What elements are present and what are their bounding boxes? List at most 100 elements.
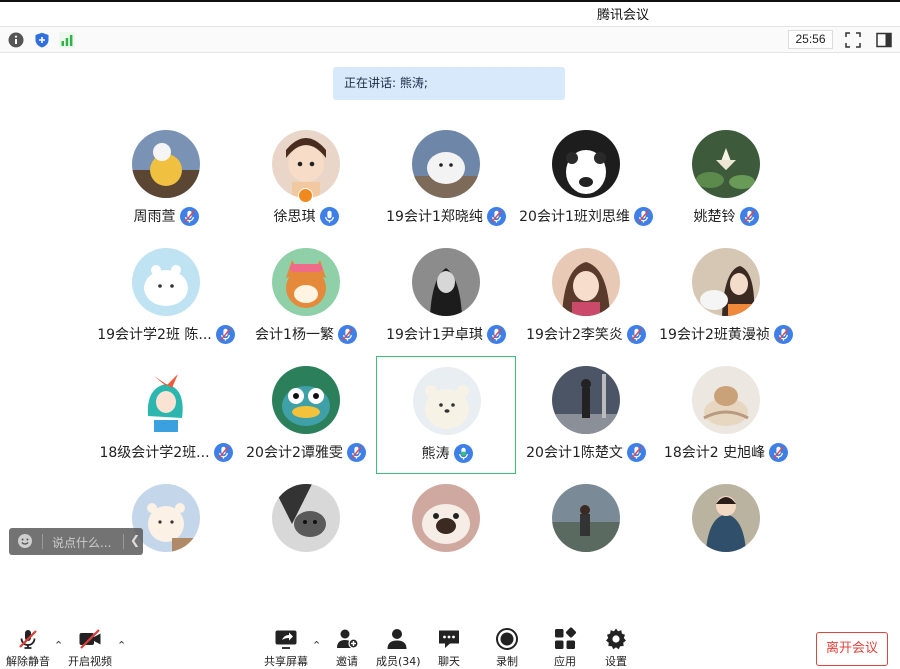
avatar	[272, 248, 340, 316]
apps-button[interactable]: 应用	[552, 627, 578, 669]
participant-name-line: 18级会计学2班...	[96, 442, 236, 462]
participant-name-line: 20会计2谭雅雯	[236, 442, 376, 462]
window-title: 腾讯会议	[597, 8, 650, 23]
start-video-button[interactable]: 开启视频	[67, 627, 113, 669]
participant-name-line: 熊涛	[377, 443, 517, 463]
participant-name: 会计1杨一繁	[255, 327, 334, 343]
audio-options-chevron-icon[interactable]: ⌃	[54, 639, 63, 652]
start-video-label: 开启视频	[68, 655, 112, 668]
participant-name: 姚楚铃	[693, 209, 736, 225]
avatar	[692, 484, 760, 552]
collapse-chevron-icon[interactable]: ❮	[130, 533, 140, 547]
avatar	[412, 484, 480, 552]
participant-name-line: 20会计1班刘思维	[516, 206, 656, 226]
avatar	[132, 248, 200, 316]
participant-tile[interactable]: 徐思琪	[236, 120, 376, 238]
mic-off-icon	[19, 630, 37, 649]
avatar	[272, 484, 340, 552]
members-button[interactable]: 成员(34)	[376, 627, 421, 669]
participant-name: 熊涛	[421, 446, 450, 462]
participant-name-line: 会计1杨一繁	[236, 324, 376, 344]
invite-button[interactable]: 邀请	[332, 627, 362, 669]
participant-tile[interactable]	[656, 474, 796, 592]
participant-name: 19会计2班黄漫祯	[659, 327, 770, 343]
participant-name-line: 19会计1尹卓琪	[376, 324, 516, 344]
settings-button[interactable]: 设置	[603, 627, 629, 669]
participant-name-line: 徐思琪	[236, 206, 376, 226]
participant-name: 18级会计学2班...	[99, 445, 210, 461]
participant-tile[interactable]: 周雨萱	[96, 120, 236, 238]
participant-name: 20会计1班刘思维	[519, 209, 630, 225]
avatar	[692, 248, 760, 316]
participant-name-line: 19会计2李笑炎	[516, 324, 656, 344]
info-icon[interactable]	[8, 32, 24, 48]
mic-muted-icon	[179, 206, 199, 226]
invite-user-icon	[337, 629, 359, 649]
chat-bubble-icon	[439, 630, 459, 648]
participant-tile[interactable]	[236, 474, 376, 592]
participant-tile[interactable]: 19会计1尹卓琪	[376, 238, 516, 356]
participant-name: 周雨萱	[133, 209, 176, 225]
video-off-icon	[79, 629, 101, 649]
participant-name: 19会计学2班 陈...	[97, 327, 212, 343]
participant-name-line: 18会计2 史旭峰	[656, 442, 796, 462]
avatar	[412, 130, 480, 198]
meeting-timer: 25:56	[788, 30, 833, 49]
gear-icon	[606, 628, 626, 650]
unmute-button[interactable]: 解除静音	[6, 627, 50, 669]
video-options-chevron-icon[interactable]: ⌃	[117, 639, 126, 652]
avatar	[552, 248, 620, 316]
divider	[42, 534, 43, 549]
record-icon	[496, 628, 518, 650]
record-button[interactable]: 录制	[494, 627, 520, 669]
apps-grid-icon	[555, 627, 577, 649]
mic-muted-icon	[626, 324, 646, 344]
participant-tile-active-speaker[interactable]: 熊涛	[376, 356, 516, 474]
emoji-icon[interactable]	[17, 533, 33, 549]
participant-tile[interactable]: 姚楚铃	[656, 120, 796, 238]
invite-label: 邀请	[336, 655, 358, 668]
participant-tile[interactable]: 18会计2 史旭峰	[656, 356, 796, 474]
chat-button[interactable]: 聊天	[436, 627, 462, 669]
participant-name-line: 周雨萱	[96, 206, 236, 226]
chat-quick-input[interactable]: 说点什么... ❮	[9, 528, 143, 555]
mic-muted-icon	[739, 206, 759, 226]
fullscreen-icon[interactable]	[845, 32, 861, 48]
participant-name: 19会计1郑晓纯	[386, 209, 483, 225]
participant-name: 20会计2谭雅雯	[246, 445, 343, 461]
mic-icon	[319, 206, 339, 226]
speaking-indicator: 正在讲话: 熊涛;	[333, 67, 565, 100]
participant-tile[interactable]: 19会计2李笑炎	[516, 238, 656, 356]
record-label: 录制	[496, 655, 518, 668]
leave-meeting-button[interactable]: 离开会议	[816, 632, 888, 666]
participant-name-line: 19会计2班黄漫祯	[656, 324, 796, 344]
participant-tile[interactable]: 20会计2谭雅雯	[236, 356, 376, 474]
share-screen-button[interactable]: 共享屏幕	[263, 627, 309, 669]
participant-tile[interactable]: 20会计1班刘思维	[516, 120, 656, 238]
mic-speaking-icon	[453, 443, 473, 463]
participant-tile[interactable]: 19会计1郑晓纯	[376, 120, 516, 238]
members-label: 成员(34)	[376, 655, 421, 668]
side-panel-icon[interactable]	[876, 32, 892, 48]
participant-name: 20会计1陈楚文	[526, 445, 623, 461]
share-screen-icon	[275, 630, 297, 649]
avatar	[272, 366, 340, 434]
avatar	[413, 367, 481, 435]
participant-name-line: 19会计1郑晓纯	[376, 206, 516, 226]
participant-tile[interactable]: 20会计1陈楚文	[516, 356, 656, 474]
participant-tile[interactable]: 19会计2班黄漫祯	[656, 238, 796, 356]
participant-name: 18会计2 史旭峰	[663, 445, 766, 461]
participant-tile[interactable]: 18级会计学2班...	[96, 356, 236, 474]
participant-tile[interactable]: 会计1杨一繁	[236, 238, 376, 356]
share-options-chevron-icon[interactable]: ⌃	[312, 639, 321, 652]
participant-tile[interactable]	[516, 474, 656, 592]
chat-placeholder[interactable]: 说点什么...	[52, 534, 111, 551]
apps-label: 应用	[554, 655, 576, 668]
mic-muted-icon	[486, 324, 506, 344]
security-shield-icon[interactable]	[34, 32, 50, 48]
host-badge-icon	[298, 188, 313, 203]
participant-tile[interactable]	[376, 474, 516, 592]
signal-strength-icon[interactable]	[59, 32, 75, 48]
participant-name-line: 19会计学2班 陈...	[96, 324, 236, 344]
participant-tile[interactable]: 19会计学2班 陈...	[96, 238, 236, 356]
